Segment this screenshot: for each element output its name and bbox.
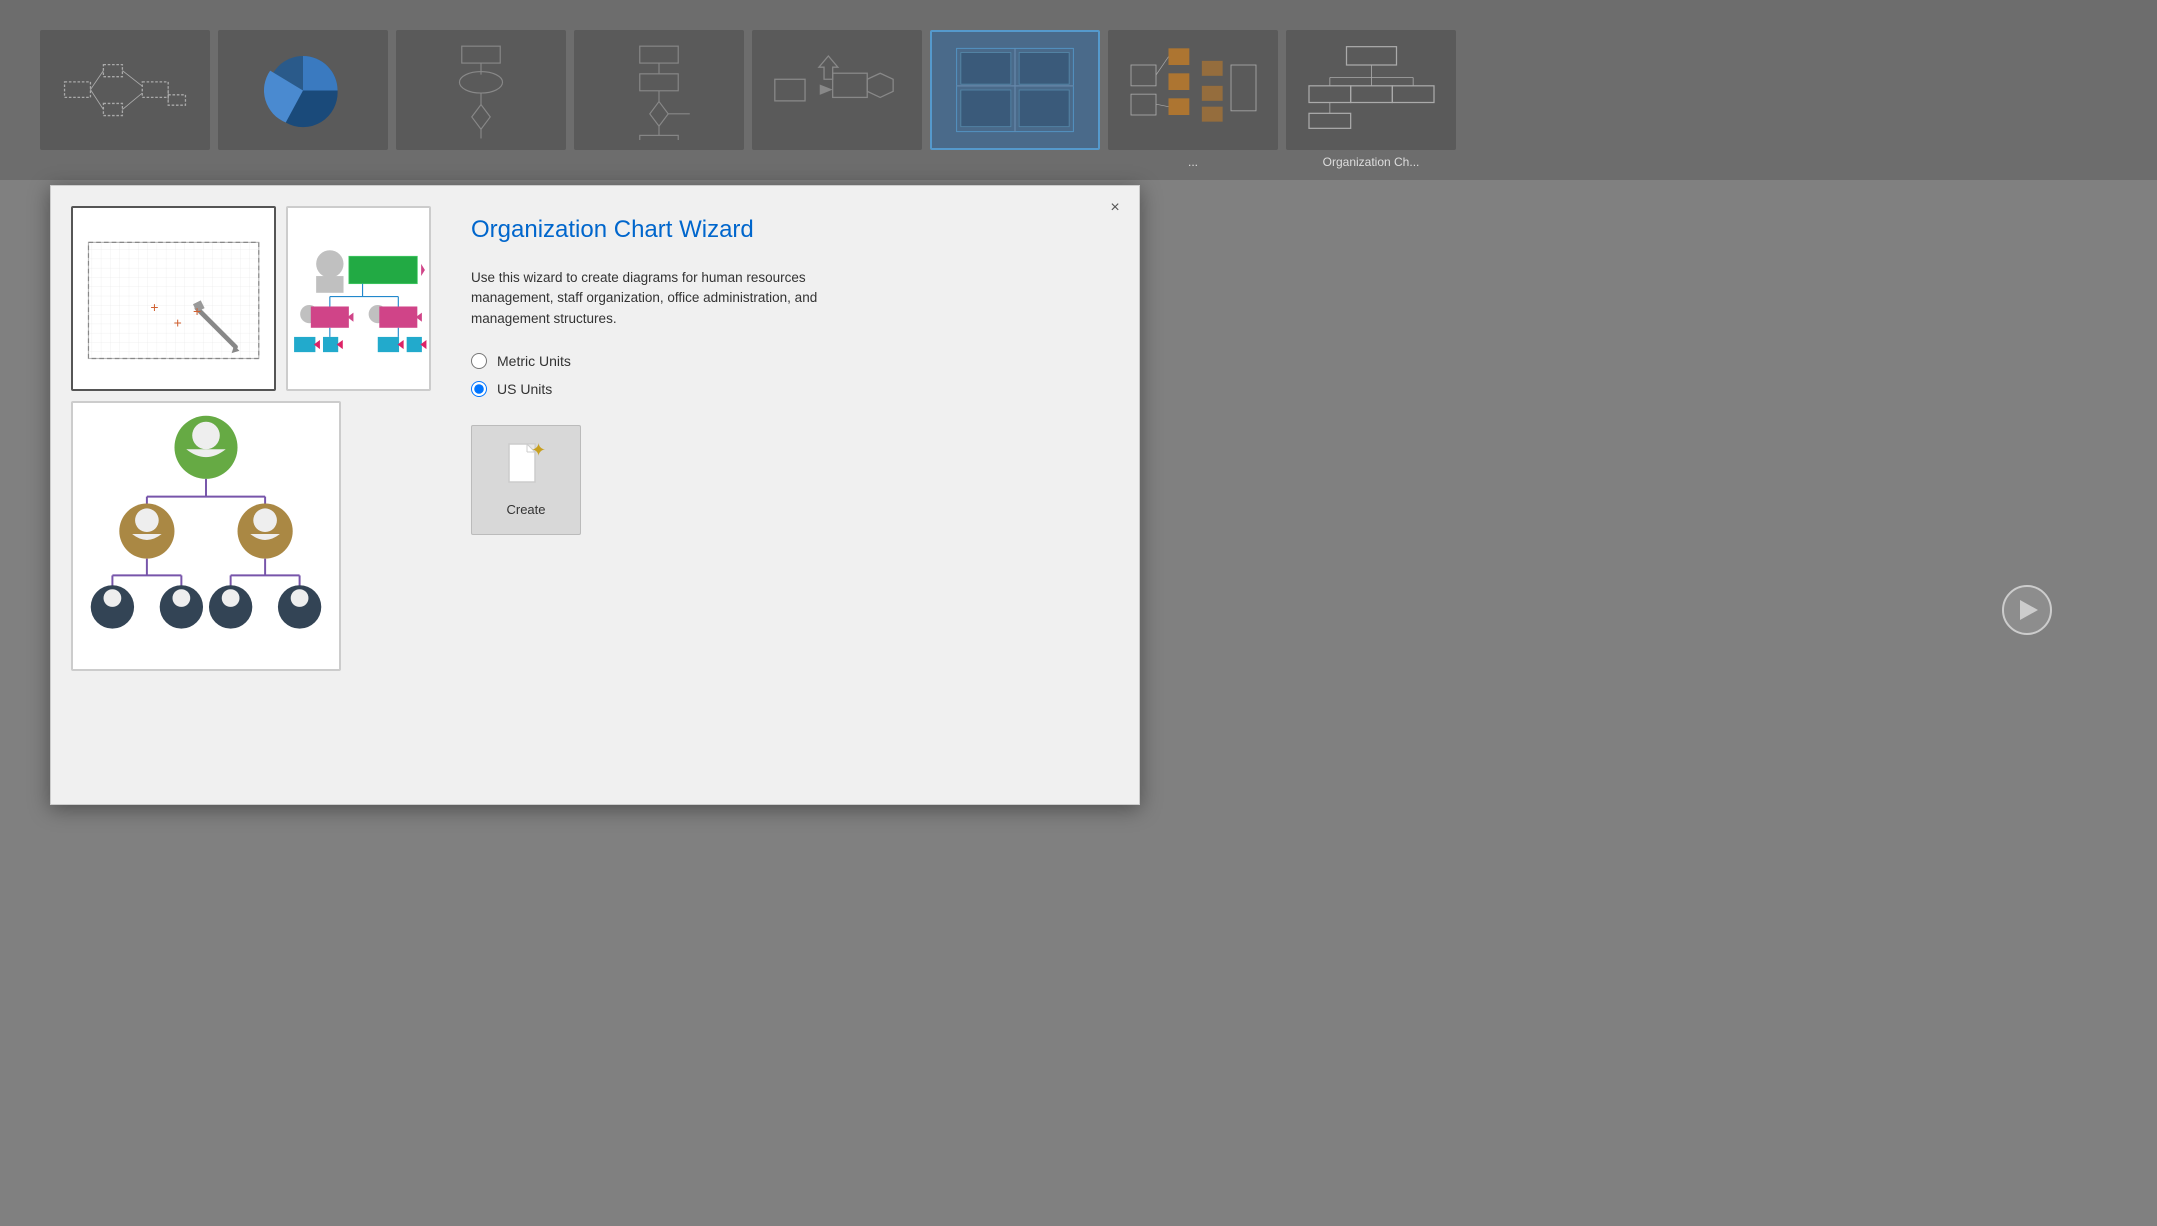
us-units-label: US Units — [497, 381, 552, 397]
bg-thumb-8[interactable] — [1286, 30, 1456, 150]
bg-thumb-6[interactable] — [930, 30, 1100, 150]
template-thumbnails-panel: + + + — [71, 206, 431, 784]
bg-thumb-2[interactable] — [218, 30, 388, 150]
svg-text:+: + — [174, 315, 182, 331]
wizard-title: Organization Chart Wizard — [471, 216, 1099, 244]
thumb-row-top: + + + — [71, 206, 431, 391]
bg-label-8: Organization Ch... — [1286, 155, 1456, 169]
template-thumb-colorful[interactable] — [286, 206, 431, 391]
next-play-button[interactable] — [2002, 585, 2052, 635]
us-units-radio[interactable] — [471, 381, 487, 397]
bg-label-2 — [218, 155, 388, 169]
bg-thumb-7[interactable] — [1108, 30, 1278, 150]
bg-label-7: ... — [1108, 155, 1278, 169]
wizard-description: Use this wizard to create diagrams for h… — [471, 268, 891, 329]
bg-label-3 — [396, 155, 566, 169]
org-chart-wizard-dialog: × — [50, 185, 1140, 805]
svg-text:+: + — [150, 299, 158, 315]
template-thumb-avatar[interactable] — [71, 401, 341, 671]
units-radio-group: Metric Units US Units — [471, 353, 1099, 397]
play-icon — [2020, 600, 2038, 620]
create-file-icon: ✦ — [507, 442, 545, 494]
template-thumb-grid[interactable]: + + + — [71, 206, 276, 391]
bg-label-6 — [930, 155, 1100, 169]
background-strip — [0, 0, 2157, 180]
bg-thumb-5[interactable] — [752, 30, 922, 150]
metric-units-label: Metric Units — [497, 353, 571, 369]
wizard-info-panel: Organization Chart Wizard Use this wizar… — [451, 206, 1119, 784]
svg-text:✦: ✦ — [531, 442, 545, 460]
bg-thumb-3[interactable] — [396, 30, 566, 150]
bg-thumb-4[interactable] — [574, 30, 744, 150]
bg-label-1 — [40, 155, 210, 169]
bg-label-4 — [574, 155, 744, 169]
close-button[interactable]: × — [1103, 196, 1127, 220]
bg-label-5 — [752, 155, 922, 169]
create-button[interactable]: ✦ Create — [471, 425, 581, 535]
create-button-label: Create — [506, 502, 545, 517]
dialog-body: + + + — [51, 186, 1139, 804]
metric-units-option[interactable]: Metric Units — [471, 353, 1099, 369]
bg-thumb-1[interactable] — [40, 30, 210, 150]
us-units-option[interactable]: US Units — [471, 381, 1099, 397]
svg-text:+: + — [193, 303, 201, 319]
metric-units-radio[interactable] — [471, 353, 487, 369]
bg-strip-labels: ... Organization Ch... — [0, 155, 2157, 169]
